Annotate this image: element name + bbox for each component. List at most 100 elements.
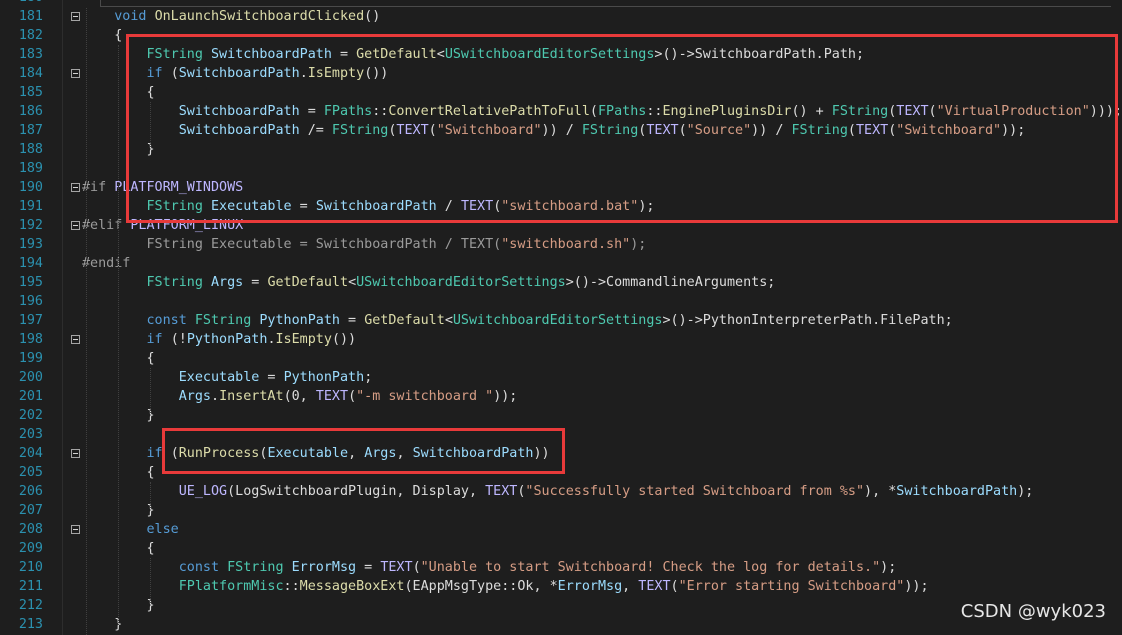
code-token: ()) <box>331 332 357 347</box>
line-number: 195 <box>18 275 43 290</box>
code-token: (LogSwitchboardPlugin, Display, <box>227 484 486 499</box>
code-token: . <box>211 389 220 404</box>
line-number: 196 <box>18 294 43 309</box>
code-line[interactable]: 199 { <box>0 349 1122 368</box>
code-line[interactable]: 208 else <box>0 520 1122 539</box>
code-line[interactable]: 200 Executable = PythonPath; <box>0 368 1122 387</box>
line-number: 186 <box>18 104 43 119</box>
code-text: else <box>82 520 179 539</box>
collapse-toggle-icon[interactable] <box>71 221 80 230</box>
line-number: 205 <box>18 465 43 480</box>
collapse-toggle-icon[interactable] <box>71 69 80 78</box>
code-token: )); <box>904 579 929 594</box>
code-token: "-m switchboard " <box>356 389 494 404</box>
code-token: if <box>82 332 171 347</box>
line-number: 212 <box>18 598 43 613</box>
line-number: 202 <box>18 408 43 423</box>
code-token: PythonPath <box>186 332 268 347</box>
code-token: GetDefault <box>267 275 349 290</box>
code-token: Args <box>82 389 211 404</box>
code-token: const <box>82 313 195 328</box>
code-line[interactable]: 201 Args.InsertAt(0, TEXT("-m switchboar… <box>0 387 1122 406</box>
code-token: PythonPath <box>283 370 365 385</box>
collapse-toggle-icon[interactable] <box>71 525 80 534</box>
code-token: USwitchboardEditorSettings <box>356 275 566 290</box>
code-line[interactable]: 197 const FString PythonPath = GetDefaul… <box>0 311 1122 330</box>
code-text: if (!PythonPath.IsEmpty()) <box>82 330 356 349</box>
code-token: = <box>340 313 365 328</box>
code-token: ErrorMsg <box>557 579 623 594</box>
code-token: TEXT <box>315 389 349 404</box>
code-line[interactable]: 210 const FString ErrorMsg = TEXT("Unabl… <box>0 558 1122 577</box>
code-token: ErrorMsg <box>291 560 357 575</box>
code-line[interactable]: 196 <box>0 292 1122 311</box>
code-token: ); <box>880 560 897 575</box>
code-token: (! <box>170 332 187 347</box>
code-token: >()->PythonInterpreterPath.FilePath; <box>662 313 953 328</box>
code-token: )); <box>493 389 518 404</box>
line-number: 187 <box>18 123 43 138</box>
collapse-toggle-icon[interactable] <box>71 183 80 192</box>
code-text: { <box>82 26 122 45</box>
code-text: const FString PythonPath = GetDefault<US… <box>82 311 953 330</box>
code-token: FString <box>82 275 211 290</box>
code-line[interactable]: 193 FString Executable = SwitchboardPath… <box>0 235 1122 254</box>
code-line[interactable]: 213 } <box>0 615 1122 634</box>
line-number: 198 <box>18 332 43 347</box>
code-line[interactable]: 207 } <box>0 501 1122 520</box>
code-line[interactable]: 209 { <box>0 539 1122 558</box>
line-number: 197 <box>18 313 43 328</box>
code-token: else <box>82 522 179 537</box>
code-token: . <box>267 332 276 347</box>
code-line[interactable]: 211 FPlatformMisc::MessageBoxExt(EAppMsg… <box>0 577 1122 596</box>
collapse-toggle-icon[interactable] <box>71 12 80 21</box>
code-line[interactable]: 206 UE_LOG(LogSwitchboardPlugin, Display… <box>0 482 1122 501</box>
code-text: const FString ErrorMsg = TEXT("Unable to… <box>82 558 897 577</box>
highlight-box-run-process <box>162 428 565 474</box>
code-token: = <box>356 560 381 575</box>
indent-guide <box>118 45 119 625</box>
code-token: "Successfully started Switchboard from %… <box>525 484 865 499</box>
code-token: FString <box>194 313 260 328</box>
code-token: ( <box>412 560 421 575</box>
code-line[interactable]: 212 } <box>0 596 1122 615</box>
code-text: UE_LOG(LogSwitchboardPlugin, Display, TE… <box>82 482 1034 501</box>
code-token: "Unable to start Switchboard! Check the … <box>420 560 881 575</box>
code-token: ); <box>630 237 647 252</box>
collapse-toggle-icon[interactable] <box>71 449 80 458</box>
code-line[interactable]: 194 #endif <box>0 254 1122 273</box>
indent-guide <box>86 8 87 635</box>
line-number: 207 <box>18 503 43 518</box>
watermark: CSDN @wyk023 <box>960 601 1106 622</box>
code-token: const <box>82 560 228 575</box>
code-token: TEXT <box>380 560 413 575</box>
code-token: InsertAt <box>219 389 284 404</box>
code-line[interactable]: 180 <box>0 0 1122 7</box>
line-number: 188 <box>18 142 43 157</box>
code-text: void OnLaunchSwitchboardClicked() <box>82 7 380 26</box>
line-number: 209 <box>18 541 43 556</box>
code-token: :: <box>283 579 300 594</box>
collapse-toggle-icon[interactable] <box>71 335 80 344</box>
code-token: IsEmpty <box>275 332 332 347</box>
code-text: FString Args = GetDefault<USwitchboardEd… <box>82 273 775 292</box>
code-token: TEXT <box>638 579 671 594</box>
code-line[interactable]: 198 if (!PythonPath.IsEmpty()) <box>0 330 1122 349</box>
code-line[interactable]: 195 FString Args = GetDefault<USwitchboa… <box>0 273 1122 292</box>
line-number: 208 <box>18 522 43 537</box>
line-number: 183 <box>18 47 43 62</box>
code-token: MessageBoxExt <box>299 579 405 594</box>
code-text: FPlatformMisc::MessageBoxExt(EAppMsgType… <box>82 577 929 596</box>
code-line[interactable]: 202 } <box>0 406 1122 425</box>
line-number: 180 <box>0 0 43 7</box>
code-token: } <box>82 617 123 632</box>
line-number: 206 <box>18 484 43 499</box>
code-token: ( <box>348 389 357 404</box>
line-number: 201 <box>18 389 43 404</box>
line-number: 190 <box>18 180 43 195</box>
code-token: Executable <box>82 370 260 385</box>
code-token: #endif <box>82 256 131 271</box>
line-number: 185 <box>18 85 43 100</box>
code-line[interactable]: 181 void OnLaunchSwitchboardClicked() <box>0 7 1122 26</box>
code-text: Args.InsertAt(0, TEXT("-m switchboard ")… <box>82 387 518 406</box>
